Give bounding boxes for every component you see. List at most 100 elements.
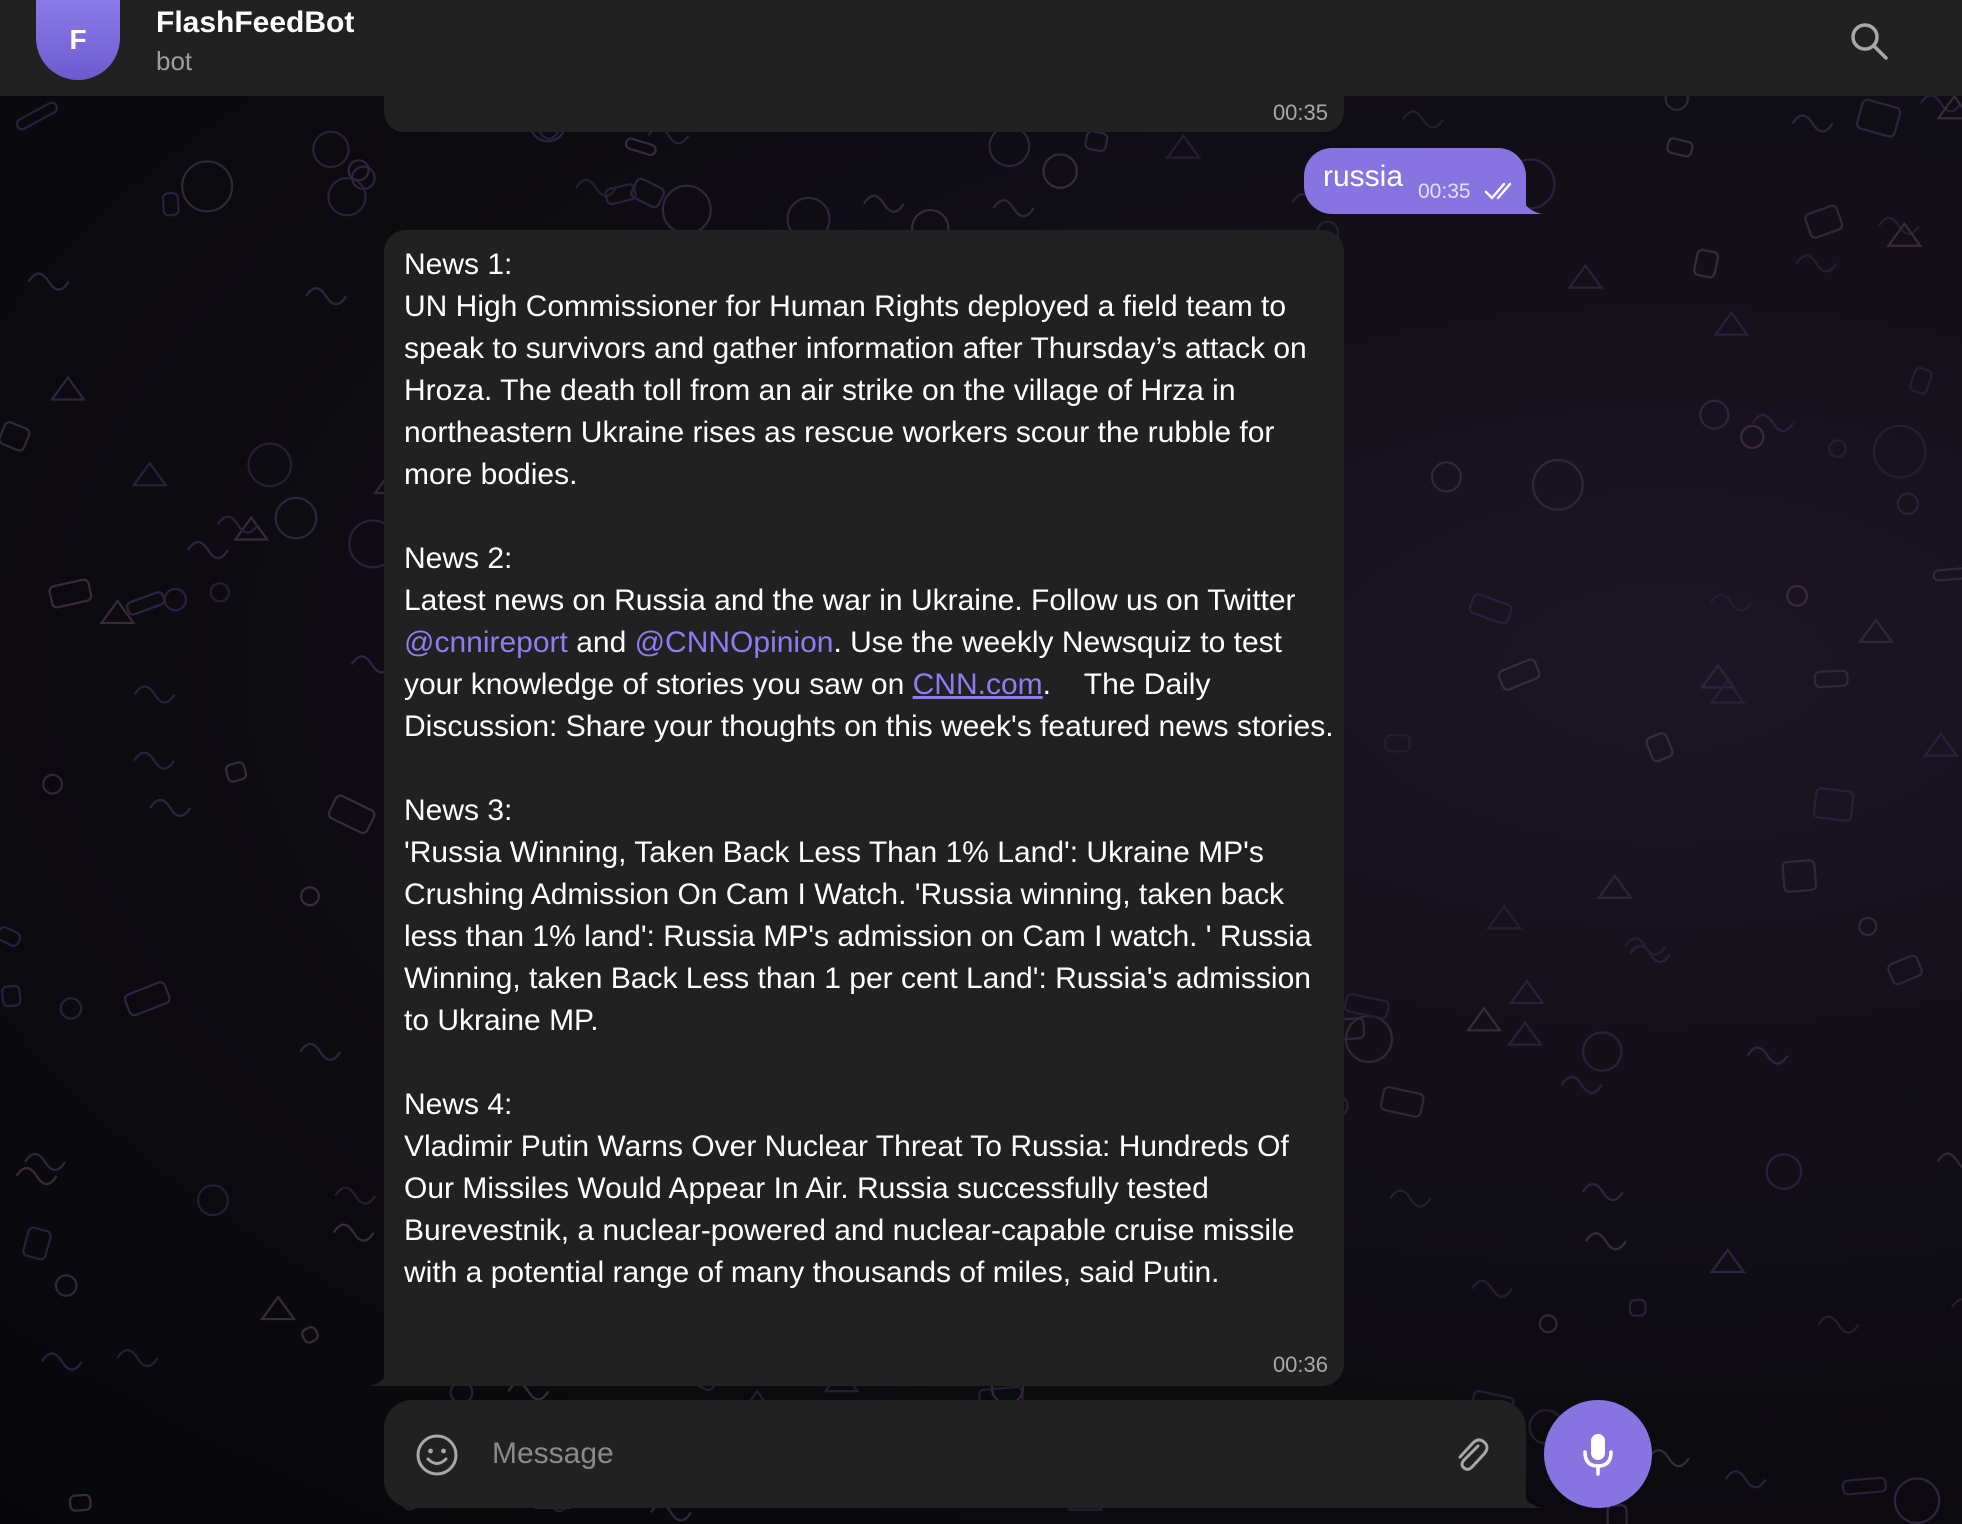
doodle-shape xyxy=(149,798,192,818)
mention-link-cnnireport[interactable]: @cnnireport xyxy=(404,626,568,659)
doodle-shape xyxy=(1468,593,1513,625)
news-heading: News 3: xyxy=(404,794,513,827)
message-text: russia xyxy=(1323,160,1404,193)
text-segment: and xyxy=(567,626,635,659)
doodle-shape xyxy=(1666,137,1694,158)
news-item: News 1: UN High Commissioner for Human R… xyxy=(404,244,1334,496)
doodle-shape xyxy=(259,1295,297,1321)
chat-subtitle: bot xyxy=(156,46,193,76)
doodle-shape xyxy=(1506,1020,1544,1046)
doodle-shape xyxy=(123,981,171,1017)
message-text: News 1: UN High Commissioner for Human R… xyxy=(404,244,1334,1294)
bubble-tail xyxy=(1520,194,1542,214)
doodle-shape xyxy=(126,591,166,616)
message-time: 00:35 xyxy=(1272,100,1328,125)
url-link-cnn[interactable]: CNN.com xyxy=(913,668,1043,701)
doodle-shape xyxy=(301,1326,319,1344)
doodle-shape xyxy=(1922,731,1960,757)
doodle-shape xyxy=(1628,1298,1647,1317)
message-composer xyxy=(384,1400,1526,1508)
doodle-shape xyxy=(42,773,64,795)
doodle-shape xyxy=(163,587,188,612)
doodle-shape xyxy=(59,997,83,1020)
previous-message-bubble[interactable]: 00:35 xyxy=(384,96,1344,132)
message-input[interactable] xyxy=(492,1428,1392,1480)
doodle-shape xyxy=(133,685,176,704)
doodle-shape xyxy=(1647,1449,1690,1468)
doodle-shape xyxy=(1343,993,1390,1020)
doodle-shape xyxy=(1664,96,1689,111)
doodle-shape xyxy=(1,984,22,1008)
doodle-shape xyxy=(1791,114,1834,133)
avatar[interactable]: F xyxy=(36,0,120,80)
doodle-shape xyxy=(40,1352,83,1371)
doodle-shape xyxy=(1950,1298,1962,1309)
doodle-shape xyxy=(305,287,347,306)
doodle-shape xyxy=(1042,153,1078,189)
doodle-shape xyxy=(1581,1031,1623,1072)
doodle-shape xyxy=(1699,399,1730,430)
mention-link-cnnopinion[interactable]: @CNNOpinion xyxy=(635,626,834,659)
news-text: Latest news on Russia and the war in Ukr… xyxy=(404,580,1334,748)
doodle-shape xyxy=(133,751,176,770)
text-segment: Latest news on Russia and the war in Ukr… xyxy=(404,584,1296,617)
doodle-shape xyxy=(1430,461,1463,493)
paperclip-icon[interactable] xyxy=(1448,1432,1494,1478)
chat-header[interactable]: F FlashFeedBot bot xyxy=(0,0,1962,96)
doodle-shape xyxy=(0,926,22,947)
doodle-shape xyxy=(49,375,87,401)
microphone-icon[interactable] xyxy=(1544,1400,1652,1508)
doodle-shape xyxy=(1857,618,1895,644)
doodle-shape xyxy=(1896,492,1920,515)
double-check-icon xyxy=(1484,182,1512,200)
doodle-shape xyxy=(988,125,1031,168)
doodle-shape xyxy=(299,886,320,907)
composer-tail xyxy=(1520,1488,1542,1508)
doodle-shape xyxy=(1740,424,1765,450)
news-text: Vladimir Putin Warns Over Nuclear Threat… xyxy=(404,1130,1295,1289)
doodle-shape xyxy=(1531,458,1584,511)
doodle-shape xyxy=(1165,133,1202,159)
outgoing-message-bubble[interactable]: russia 00:35 xyxy=(1304,148,1526,214)
doodle-shape xyxy=(1786,584,1808,607)
incoming-message-bubble[interactable]: News 1: UN High Commissioner for Human R… xyxy=(384,230,1344,1386)
doodle-shape xyxy=(624,137,657,157)
telegram-chat-window: F FlashFeedBot bot 00:35 russia 00:35 Ne… xyxy=(0,0,1962,1524)
doodle-shape xyxy=(1710,593,1752,612)
news-text: 'Russia Winning, Taken Back Less Than 1%… xyxy=(404,836,1312,1037)
news-item: News 2: Latest news on Russia and the wa… xyxy=(404,538,1334,748)
doodle-shape xyxy=(1465,1006,1503,1032)
doodle-shape xyxy=(1709,1248,1746,1274)
doodle-shape xyxy=(22,1226,52,1261)
doodle-shape xyxy=(1470,1279,1513,1298)
doodle-shape xyxy=(1538,1314,1558,1334)
doodle-shape xyxy=(334,1186,377,1205)
doodle-shape xyxy=(15,101,58,131)
doodle-shape xyxy=(1486,904,1523,930)
doodle-shape xyxy=(68,1493,92,1512)
doodle-shape xyxy=(1817,1315,1860,1334)
doodle-shape xyxy=(48,578,93,609)
doodle-shape xyxy=(247,442,293,488)
doodle-shape xyxy=(1813,669,1849,689)
search-icon[interactable] xyxy=(1846,18,1892,64)
doodle-shape xyxy=(1804,204,1844,239)
doodle-shape xyxy=(1795,254,1838,273)
doodle-shape xyxy=(1709,678,1746,704)
doodle-shape xyxy=(1645,732,1674,763)
doodle-shape xyxy=(1932,566,1962,582)
doodle-shape xyxy=(181,160,234,213)
doodle-shape xyxy=(1812,787,1855,822)
news-heading: News 2: xyxy=(404,542,513,575)
doodle-shape xyxy=(0,421,31,452)
doodle-shape xyxy=(131,461,168,487)
doodle-shape xyxy=(1567,263,1604,289)
chat-title[interactable]: FlashFeedBot xyxy=(156,6,354,40)
smile-icon[interactable] xyxy=(414,1432,460,1478)
doodle-shape xyxy=(1893,1477,1941,1524)
doodle-shape xyxy=(1497,658,1541,691)
doodle-shape xyxy=(1084,130,1109,153)
doodle-shape xyxy=(187,540,229,560)
doodle-shape xyxy=(1855,98,1902,138)
doodle-shape xyxy=(1584,1232,1627,1251)
